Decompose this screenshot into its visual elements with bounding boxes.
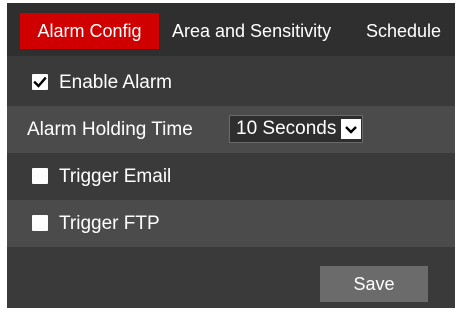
enable-alarm-row: Enable Alarm xyxy=(7,59,455,106)
enable-alarm-checkbox[interactable] xyxy=(32,74,48,90)
trigger-email-checkbox[interactable] xyxy=(32,168,48,184)
tab-schedule[interactable]: Schedule xyxy=(366,13,452,49)
actions-row: Save xyxy=(7,247,455,308)
trigger-ftp-checkbox[interactable] xyxy=(32,215,48,231)
alarm-holding-time-row: Alarm Holding Time 10 Seconds xyxy=(7,106,455,153)
chevron-down-icon[interactable] xyxy=(341,119,361,139)
alarm-holding-time-select[interactable]: 10 Seconds xyxy=(229,115,363,143)
save-button[interactable]: Save xyxy=(320,266,428,302)
tab-bar: Alarm Config Area and Sensitivity Schedu… xyxy=(7,3,455,56)
enable-alarm-label: Enable Alarm xyxy=(59,72,173,93)
trigger-ftp-row: Trigger FTP xyxy=(7,200,455,247)
trigger-ftp-label: Trigger FTP xyxy=(59,213,160,234)
trigger-email-row: Trigger Email xyxy=(7,153,455,200)
check-icon xyxy=(33,76,47,88)
alarm-holding-time-value: 10 Seconds xyxy=(236,118,337,139)
alarm-config-panel: Alarm Config Area and Sensitivity Schedu… xyxy=(7,3,455,308)
tab-area-and-sensitivity[interactable]: Area and Sensitivity xyxy=(172,13,346,49)
trigger-email-label: Trigger Email xyxy=(59,166,172,187)
tab-alarm-config[interactable]: Alarm Config xyxy=(20,13,159,49)
alarm-holding-time-label: Alarm Holding Time xyxy=(27,119,193,140)
